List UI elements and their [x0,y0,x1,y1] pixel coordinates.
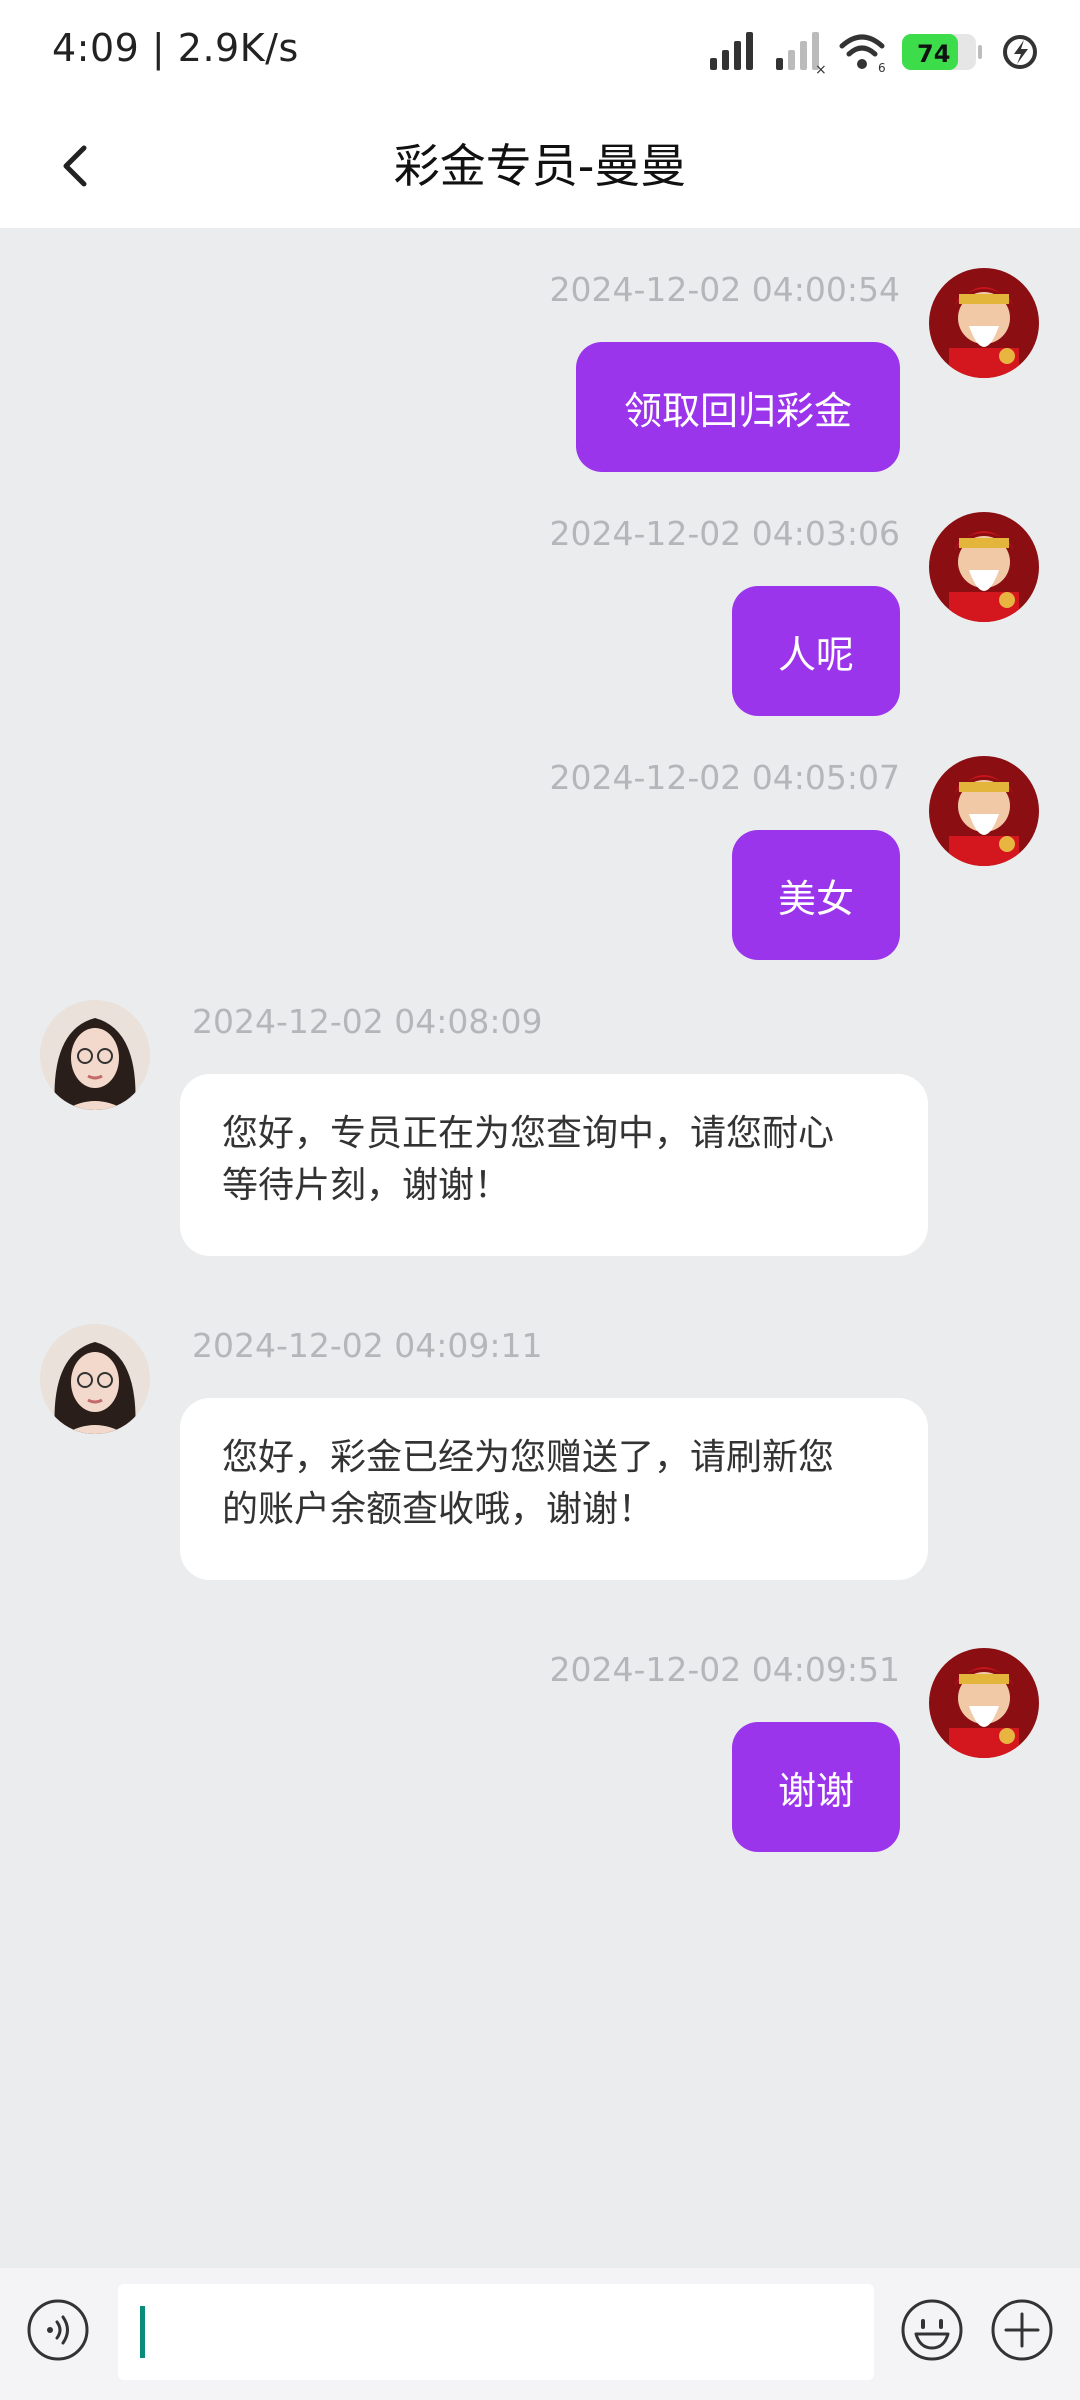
more-button[interactable] [990,2298,1054,2362]
data-saver-icon [1003,35,1037,69]
avatar-god-of-wealth-icon [929,1648,1039,1758]
message-bubble[interactable]: 谢谢 [732,1722,900,1852]
input-bar [0,2268,1080,2400]
message-bubble[interactable]: 您好，专员正在为您查询中，请您耐心 等待片刻，谢谢！ [180,1074,928,1256]
message-text-line: 您好，彩金已经为您赠送了，请刷新您 [222,1437,835,1478]
svg-text:6: 6 [878,61,886,75]
message-text-line: 您好，专员正在为您查询中，请您耐心 [222,1113,835,1154]
emoji-icon [901,2299,963,2361]
message-text-line: 等待片刻，谢谢！ [222,1165,511,1206]
message-timestamp: 2024-12-02 04:08:09 [192,1002,543,1041]
avatar-god-of-wealth-icon [929,268,1039,378]
plus-icon [991,2299,1053,2361]
avatar-self[interactable] [929,268,1039,378]
text-cursor [140,2306,145,2358]
status-bar: 4:09 | 2.9K/s × 6 74 [0,0,1080,104]
avatar-self[interactable] [929,756,1039,866]
svg-text:×: × [815,62,827,76]
message-input[interactable] [118,2284,874,2380]
message-bubble[interactable]: 人呢 [732,586,900,716]
message-timestamp: 2024-12-02 04:03:06 [549,514,900,553]
avatar-agent[interactable] [40,1324,150,1434]
page-title: 彩金专员-曼曼 [393,139,687,193]
status-icons: × 6 74 [710,32,1037,76]
avatar-agent[interactable] [40,1000,150,1110]
avatar-woman-icon [40,1324,150,1434]
status-time: 4:09 | 2.9K/s [52,26,299,70]
battery-icon: 74 [902,34,982,70]
signal-weak-icon: × [776,32,827,76]
avatar-woman-icon [40,1000,150,1110]
chat-messages: 2024-12-02 04:00:54 领取回归彩金 2024-12-02 04… [0,228,1080,2268]
message-timestamp: 2024-12-02 04:09:11 [192,1326,543,1365]
message-bubble[interactable]: 您好，彩金已经为您赠送了，请刷新您 的账户余额查收哦，谢谢！ [180,1398,928,1580]
message-bubble[interactable]: 美女 [732,830,900,960]
avatar-self[interactable] [929,1648,1039,1758]
message-bubble[interactable]: 领取回归彩金 [576,342,900,472]
voice-icon [27,2299,89,2361]
message-timestamp: 2024-12-02 04:09:51 [549,1650,900,1689]
emoji-button[interactable] [900,2298,964,2362]
chat-header: 彩金专员-曼曼 [0,104,1080,228]
signal-icon [710,32,753,70]
avatar-god-of-wealth-icon [929,756,1039,866]
avatar-god-of-wealth-icon [929,512,1039,622]
battery-level: 74 [917,40,950,68]
avatar-self[interactable] [929,512,1039,622]
wifi-icon: 6 [839,34,886,75]
voice-button[interactable] [26,2298,90,2362]
message-text-line: 的账户余额查收哦，谢谢！ [222,1489,655,1530]
message-timestamp: 2024-12-02 04:00:54 [549,270,900,309]
message-timestamp: 2024-12-02 04:05:07 [549,758,900,797]
